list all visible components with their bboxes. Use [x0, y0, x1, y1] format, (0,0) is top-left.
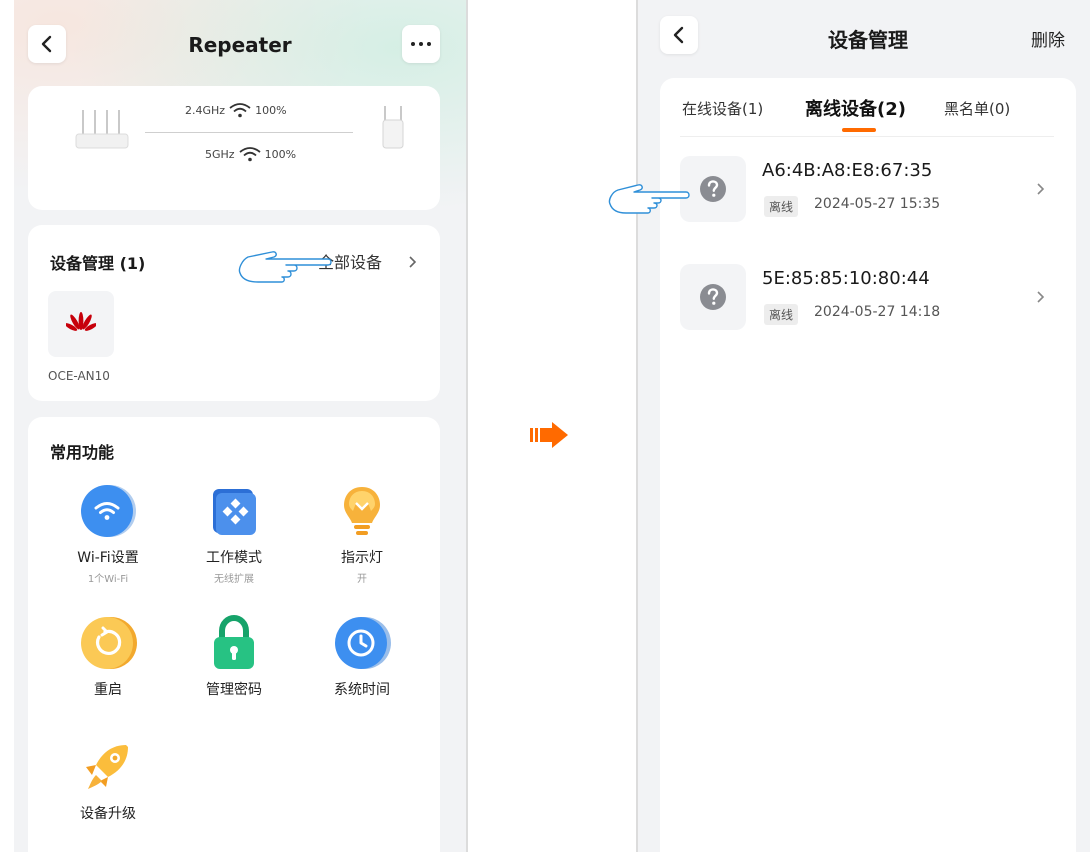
last-seen-time: 2024-05-27 15:35: [814, 196, 941, 212]
feature-wifi-settings[interactable]: Wi-Fi设置 1个Wi-Fi: [48, 481, 168, 585]
device-row[interactable]: 5E:85:85:10:80:44 离线 2024-05-27 14:18: [680, 264, 1060, 336]
device-management-title: 设备管理 (1): [50, 254, 146, 273]
band-24-info: 2.4GHz 100%: [185, 102, 287, 118]
device-row[interactable]: A6:4B:A8:E8:67:35 离线 2024-05-27 15:35: [680, 156, 1060, 228]
pointing-hand-icon: [608, 184, 690, 214]
lock-icon: [214, 614, 254, 669]
feature-system-time[interactable]: 系统时间: [302, 613, 422, 699]
common-features-title: 常用功能: [50, 443, 115, 462]
feature-label: 工作模式: [206, 550, 262, 566]
device-tile[interactable]: OCE-AN10: [48, 291, 138, 385]
device-management-screen: 设备管理 删除 在线设备(1) 离线设备(2) 黑名单(0) A6:4B:A8:…: [636, 0, 1090, 852]
wifi-settings-icon: [81, 485, 136, 537]
feature-label: 重启: [94, 682, 122, 698]
tab-blacklist[interactable]: 黑名单(0): [944, 98, 1010, 119]
wifi-icon: [239, 147, 261, 162]
device-name: OCE-AN10: [48, 369, 110, 383]
work-mode-icon: [213, 489, 256, 535]
feature-restart[interactable]: 重启: [48, 613, 168, 699]
wifi-icon: [229, 103, 251, 118]
chevron-right-icon: [1037, 291, 1045, 303]
feature-label: 管理密码: [206, 682, 262, 698]
band-5-label: 5GHz: [205, 147, 235, 161]
last-seen-time: 2024-05-27 14:18: [814, 304, 941, 320]
topology-card: 2.4GHz 100% 5GHz 100%: [28, 86, 440, 210]
active-tab-indicator: [842, 128, 876, 132]
repeater-icon: [382, 106, 404, 149]
next-step-arrow-icon: [530, 422, 568, 448]
band-5-signal: 100%: [264, 147, 297, 161]
pointing-hand-icon: [238, 251, 332, 283]
feature-device-upgrade[interactable]: 设备升级: [48, 737, 168, 823]
status-badge: 离线: [764, 304, 799, 325]
clock-icon: [335, 617, 391, 669]
bulb-icon: [344, 487, 380, 535]
page-title: 设备管理: [828, 28, 908, 52]
feature-sub: 无线扩展: [214, 574, 254, 585]
feature-admin-password[interactable]: 管理密码: [174, 613, 294, 699]
tab-online-devices[interactable]: 在线设备(1): [682, 98, 763, 119]
more-dots-icon: [411, 42, 431, 46]
band-24-label: 2.4GHz: [185, 103, 226, 117]
feature-label: Wi-Fi设置: [77, 550, 139, 566]
device-mac: A6:4B:A8:E8:67:35: [762, 160, 933, 181]
rocket-icon: [86, 745, 128, 789]
link-line: [145, 132, 353, 133]
device-icon-bg: [680, 264, 746, 330]
huawei-logo-icon: [66, 312, 96, 331]
common-features-card: 常用功能 Wi-Fi设置 1个Wi-Fi 工作模式 无线扩展 指示灯 开 重启 …: [28, 417, 440, 852]
tab-divider: [680, 136, 1054, 137]
restart-icon: [81, 617, 137, 669]
status-badge: 离线: [764, 196, 799, 217]
unknown-device-icon: [700, 284, 726, 310]
router-icon: [75, 110, 129, 149]
tab-offline-devices[interactable]: 离线设备(2): [805, 95, 906, 121]
chevron-right-icon: [409, 256, 417, 268]
more-button[interactable]: [402, 25, 440, 63]
unknown-device-icon: [700, 176, 726, 202]
feature-sub: 开: [357, 574, 367, 585]
device-management-card: 设备管理 (1) 全部设备 OCE-AN10: [28, 225, 440, 401]
all-devices-link[interactable]: 全部设备: [318, 247, 428, 275]
device-mac: 5E:85:85:10:80:44: [762, 268, 930, 289]
repeater-screen: Repeater 2.4GHz 100% 5GHz 100% 设备管理 (1) …: [14, 0, 468, 852]
feature-sub: 1个Wi-Fi: [87, 574, 129, 585]
delete-button[interactable]: 删除: [1031, 26, 1065, 51]
band-5-info: 5GHz 100%: [205, 146, 296, 162]
feature-label: 设备升级: [80, 806, 136, 822]
feature-label: 系统时间: [334, 682, 390, 698]
page-title: Repeater: [188, 33, 292, 57]
feature-indicator-light[interactable]: 指示灯 开: [302, 481, 422, 585]
feature-work-mode[interactable]: 工作模式 无线扩展: [174, 481, 294, 585]
band-24-signal: 100%: [255, 103, 287, 117]
feature-label: 指示灯: [341, 550, 383, 566]
chevron-right-icon: [1037, 183, 1045, 195]
